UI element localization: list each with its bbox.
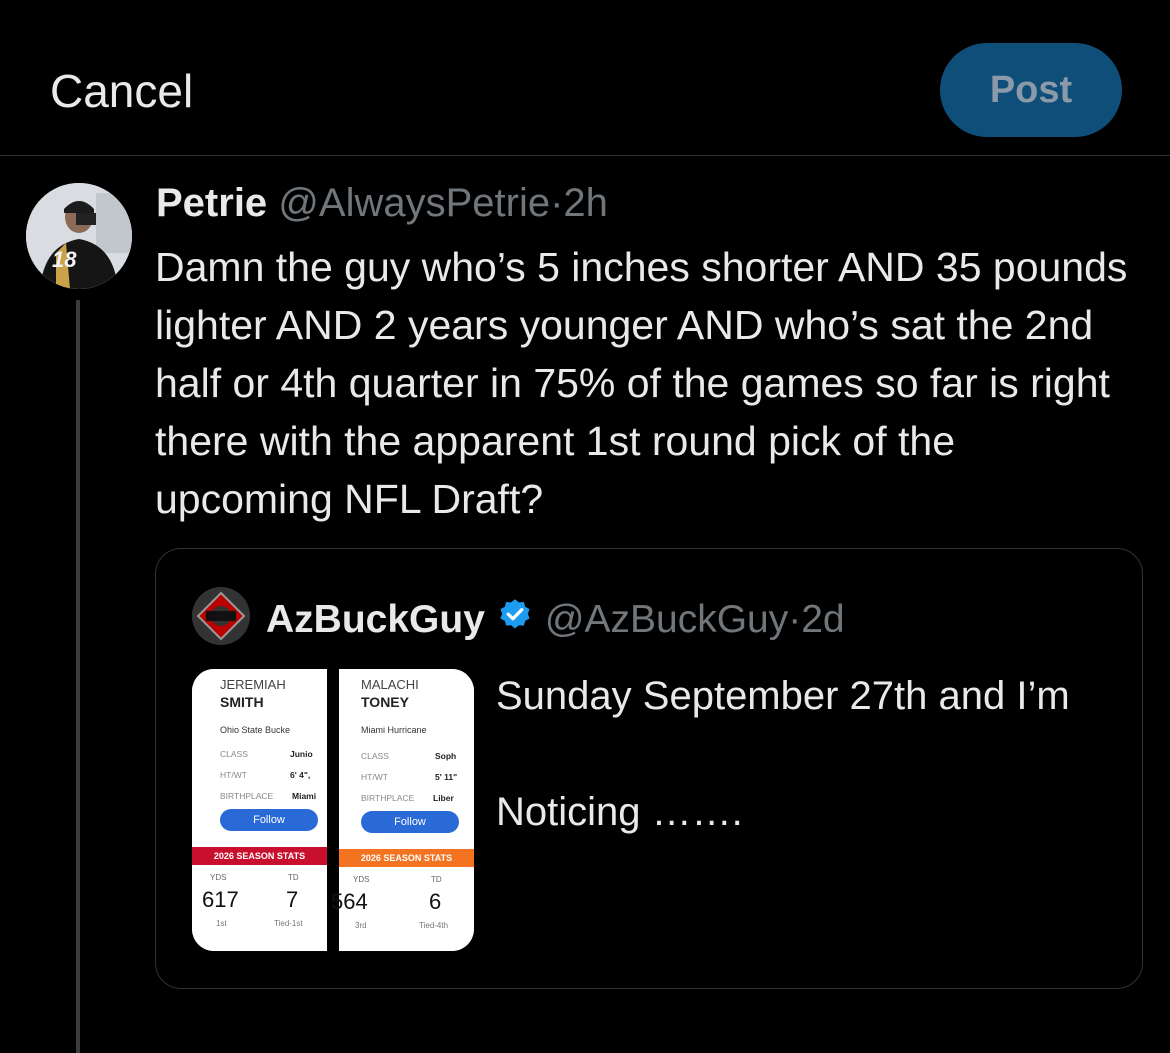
quoted-media-thumbnail[interactable]: JEREMIAH SMITH Ohio State Bucke CLASS Ju…: [192, 669, 474, 951]
birthplace-label: BIRTHPLACE: [220, 791, 274, 801]
follow-button: Follow: [361, 811, 459, 833]
player-card-left: JEREMIAH SMITH Ohio State Bucke CLASS Ju…: [192, 669, 327, 951]
td-rank: Tied-4th: [419, 921, 449, 930]
compose-topbar: Cancel Post: [0, 0, 1170, 156]
player-first-name: MALACHI: [361, 677, 419, 692]
player-first-name: JEREMIAH: [220, 677, 286, 692]
htwt-value: 5' 11": [435, 772, 458, 782]
author-handle[interactable]: @AlwaysPetrie: [278, 181, 550, 225]
quoted-author-name[interactable]: AzBuckGuy: [266, 598, 485, 642]
verified-badge-icon: [497, 597, 533, 643]
block-o-logo-icon: [192, 587, 250, 645]
player-team: Ohio State Bucke: [220, 725, 291, 735]
author-name[interactable]: Petrie: [156, 181, 267, 225]
avatar-photo: 18: [26, 183, 132, 289]
yds-label: YDS: [210, 873, 227, 882]
player-last-name: SMITH: [220, 694, 264, 710]
yds-rank: 3rd: [355, 921, 367, 930]
yds-rank: 1st: [216, 919, 227, 928]
season-stats-header: 2026 SEASON STATS: [339, 849, 474, 867]
birthplace-label: BIRTHPLACE: [361, 793, 415, 803]
td-label: TD: [288, 873, 299, 882]
quoted-author-handle[interactable]: @AzBuckGuy: [545, 598, 788, 642]
htwt-label: HT/WT: [361, 772, 388, 782]
player-team: Miami Hurricane: [361, 725, 427, 735]
tweet-header: Petrie @AlwaysPetrie·2h: [156, 181, 608, 226]
svg-text:18: 18: [52, 247, 77, 272]
birthplace-value: Liber: [433, 793, 454, 803]
td-rank: Tied-1st: [274, 919, 303, 928]
td-value: 7: [286, 887, 299, 912]
yds-label: YDS: [353, 875, 370, 884]
player-last-name: TONEY: [361, 694, 409, 710]
class-value: Junio: [290, 749, 313, 759]
class-label: CLASS: [220, 749, 248, 759]
post-button[interactable]: Post: [940, 43, 1122, 137]
tweet-text: Damn the guy who’s 5 inches shorter AND …: [155, 244, 1128, 522]
htwt-label: HT/WT: [220, 770, 247, 780]
thread-line: [76, 300, 80, 1053]
class-label: CLASS: [361, 751, 389, 761]
season-stats-header: 2026 SEASON STATS: [192, 847, 327, 865]
htwt-value: 6' 4",: [290, 770, 311, 780]
quoted-tweet-time: 2d: [801, 598, 845, 641]
td-value: 6: [429, 889, 442, 914]
yds-value: 617: [202, 887, 239, 912]
separator-dot: ·: [788, 598, 802, 641]
class-value: Soph: [435, 751, 457, 761]
yds-value: 564: [331, 889, 368, 914]
quoted-author-avatar: [192, 587, 250, 645]
tweet-time: 2h: [563, 181, 608, 225]
td-label: TD: [431, 875, 442, 884]
quoted-tweet-card[interactable]: AzBuckGuy @AzBuckGuy · 2d JEREMIAH SMITH O…: [155, 548, 1143, 989]
follow-button: Follow: [220, 809, 318, 831]
player-card-right: MALACHI TONEY Miami Hurricane CLASS Soph…: [331, 669, 474, 951]
quoted-tweet-header: AzBuckGuy @AzBuckGuy · 2d: [266, 597, 845, 643]
separator-dot: ·: [550, 181, 564, 225]
birthplace-value: Miami: [292, 791, 317, 801]
quoted-tweet-text: Sunday September 27th and I’m Noticing ……: [496, 674, 1070, 834]
cancel-button[interactable]: Cancel: [50, 64, 193, 118]
author-avatar[interactable]: 18: [26, 183, 132, 289]
